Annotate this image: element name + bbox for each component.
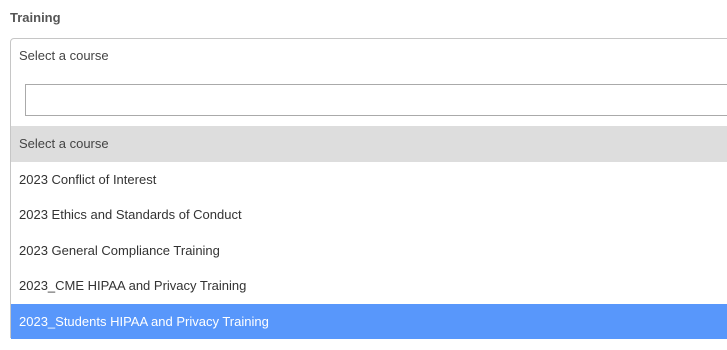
course-dropdown: Select a course 2023 Conflict of Interes… [10,72,727,339]
course-options-list: Select a course 2023 Conflict of Interes… [11,126,727,339]
dropdown-search-wrap [11,72,727,126]
course-select[interactable]: Select a course [10,38,727,73]
course-option[interactable]: 2023_Students HIPAA and Privacy Training [11,303,727,339]
dropdown-search-input[interactable] [25,84,727,116]
course-select-value: Select a course [19,48,109,63]
course-option[interactable]: 2023 Ethics and Standards of Conduct [11,197,727,233]
course-option[interactable]: Select a course [11,126,727,162]
course-option[interactable]: 2023 General Compliance Training [11,232,727,268]
training-label: Training [10,10,61,25]
course-option[interactable]: 2023_CME HIPAA and Privacy Training [11,268,727,304]
course-option[interactable]: 2023 Conflict of Interest [11,161,727,197]
